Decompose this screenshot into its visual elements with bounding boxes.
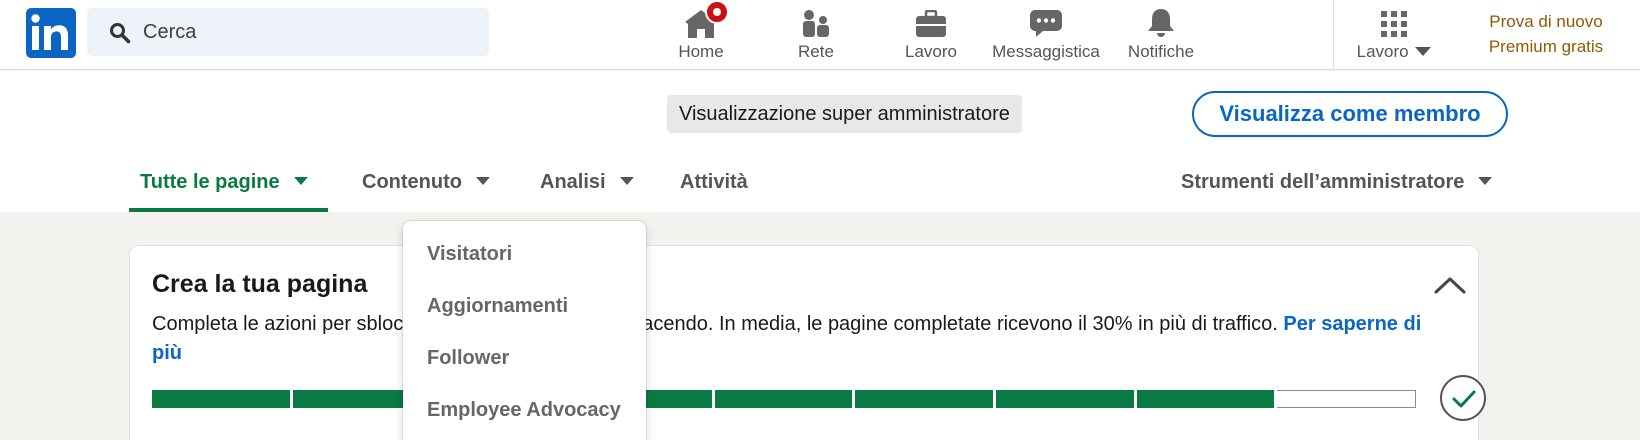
work-menu-label: Lavoro	[1356, 42, 1409, 61]
progress-segment-complete	[714, 390, 853, 408]
nav-item-network[interactable]: Rete	[776, 0, 856, 70]
briefcase-icon	[915, 4, 947, 38]
nav-label: Home	[678, 42, 724, 61]
progress-segment-complete	[152, 390, 290, 408]
chevron-down-icon	[1415, 47, 1432, 56]
build-page-card: Crea la tua pagina Completa le azioni pe…	[129, 245, 1486, 440]
page-admin-header: Visualizzazione super amministratore Vis…	[0, 71, 1640, 212]
premium-line-1: Prova di nuovo	[1489, 12, 1603, 31]
caret-down-icon	[475, 177, 490, 185]
nav-label: Rete	[798, 42, 834, 61]
tab-label: Tutte le pagine	[140, 171, 280, 193]
nav-divider	[1333, 0, 1334, 70]
nav-label: Lavoro	[905, 42, 957, 61]
progress-segment-incomplete	[1277, 390, 1417, 408]
admin-tools-menu[interactable]: Strumenti dell’amministratore	[1181, 171, 1493, 212]
messaging-icon	[1029, 4, 1063, 38]
caret-down-icon	[293, 177, 308, 185]
bell-icon	[1146, 4, 1176, 38]
analytics-dropdown-menu: Visitatori Aggiornamenti Follower Employ…	[403, 221, 646, 440]
view-as-member-button[interactable]: Visualizza come membro	[1192, 91, 1508, 137]
card-description: Completa le azioni per sbloccare le funz…	[152, 310, 1452, 368]
nav-item-notifications[interactable]: Notifiche	[1121, 0, 1201, 70]
tab-label: Contenuto	[362, 171, 462, 193]
search-input[interactable]	[143, 16, 473, 48]
tab-activity[interactable]: Attività	[680, 171, 748, 212]
admin-tools-label: Strumenti dell’amministratore	[1181, 171, 1465, 193]
super-admin-view-badge: Visualizzazione super amministratore	[667, 95, 1022, 133]
nav-label: Notifiche	[1127, 42, 1195, 61]
caret-down-icon	[619, 177, 634, 185]
tab-all-pages[interactable]: Tutte le pagine	[140, 171, 308, 212]
caret-down-icon	[1478, 177, 1493, 185]
progress-bar	[152, 390, 1417, 408]
notification-badge	[705, 0, 729, 24]
checkmark-icon	[1440, 375, 1486, 421]
card-description-text: Completa le azioni per sbloccare le funz…	[152, 313, 1278, 335]
progress-segment-complete	[1136, 390, 1275, 408]
premium-trial-link[interactable]: Prova di nuovo Premium gratis	[1466, 9, 1626, 59]
menu-item-visitors[interactable]: Visitatori	[427, 243, 512, 266]
tab-label: Analisi	[540, 171, 606, 193]
menu-item-updates[interactable]: Aggiornamenti	[427, 295, 568, 318]
progress-segment-complete	[855, 390, 994, 408]
nav-item-home[interactable]: Home	[661, 0, 741, 70]
tab-content[interactable]: Contenuto	[362, 171, 490, 212]
network-icon	[801, 4, 831, 38]
progress-segment-complete	[996, 390, 1134, 408]
menu-item-followers[interactable]: Follower	[427, 347, 509, 370]
tab-label: Attività	[680, 171, 748, 193]
premium-line-2: Premium gratis	[1488, 37, 1604, 56]
tab-analytics[interactable]: Analisi	[540, 171, 634, 212]
nav-label: Messaggistica	[992, 42, 1100, 61]
linkedin-logo-icon[interactable]	[26, 8, 76, 58]
menu-item-employee-advocacy[interactable]: Employee Advocacy	[427, 399, 621, 422]
active-tab-indicator	[129, 208, 328, 212]
card-title: Crea la tua pagina	[152, 270, 368, 298]
search-bar[interactable]	[87, 8, 489, 56]
chevron-up-icon[interactable]	[1434, 276, 1466, 299]
grid-icon	[1380, 4, 1408, 38]
work-menu[interactable]: Lavoro	[1344, 0, 1444, 70]
nav-item-messaging[interactable]: Messaggistica	[986, 0, 1106, 70]
work-menu-label-wrap: Lavoro	[1357, 42, 1432, 62]
search-icon	[109, 22, 131, 49]
nav-item-jobs[interactable]: Lavoro	[891, 0, 971, 70]
global-nav: Home Rete Lavoro Messaggistica Notifiche	[0, 0, 1640, 70]
